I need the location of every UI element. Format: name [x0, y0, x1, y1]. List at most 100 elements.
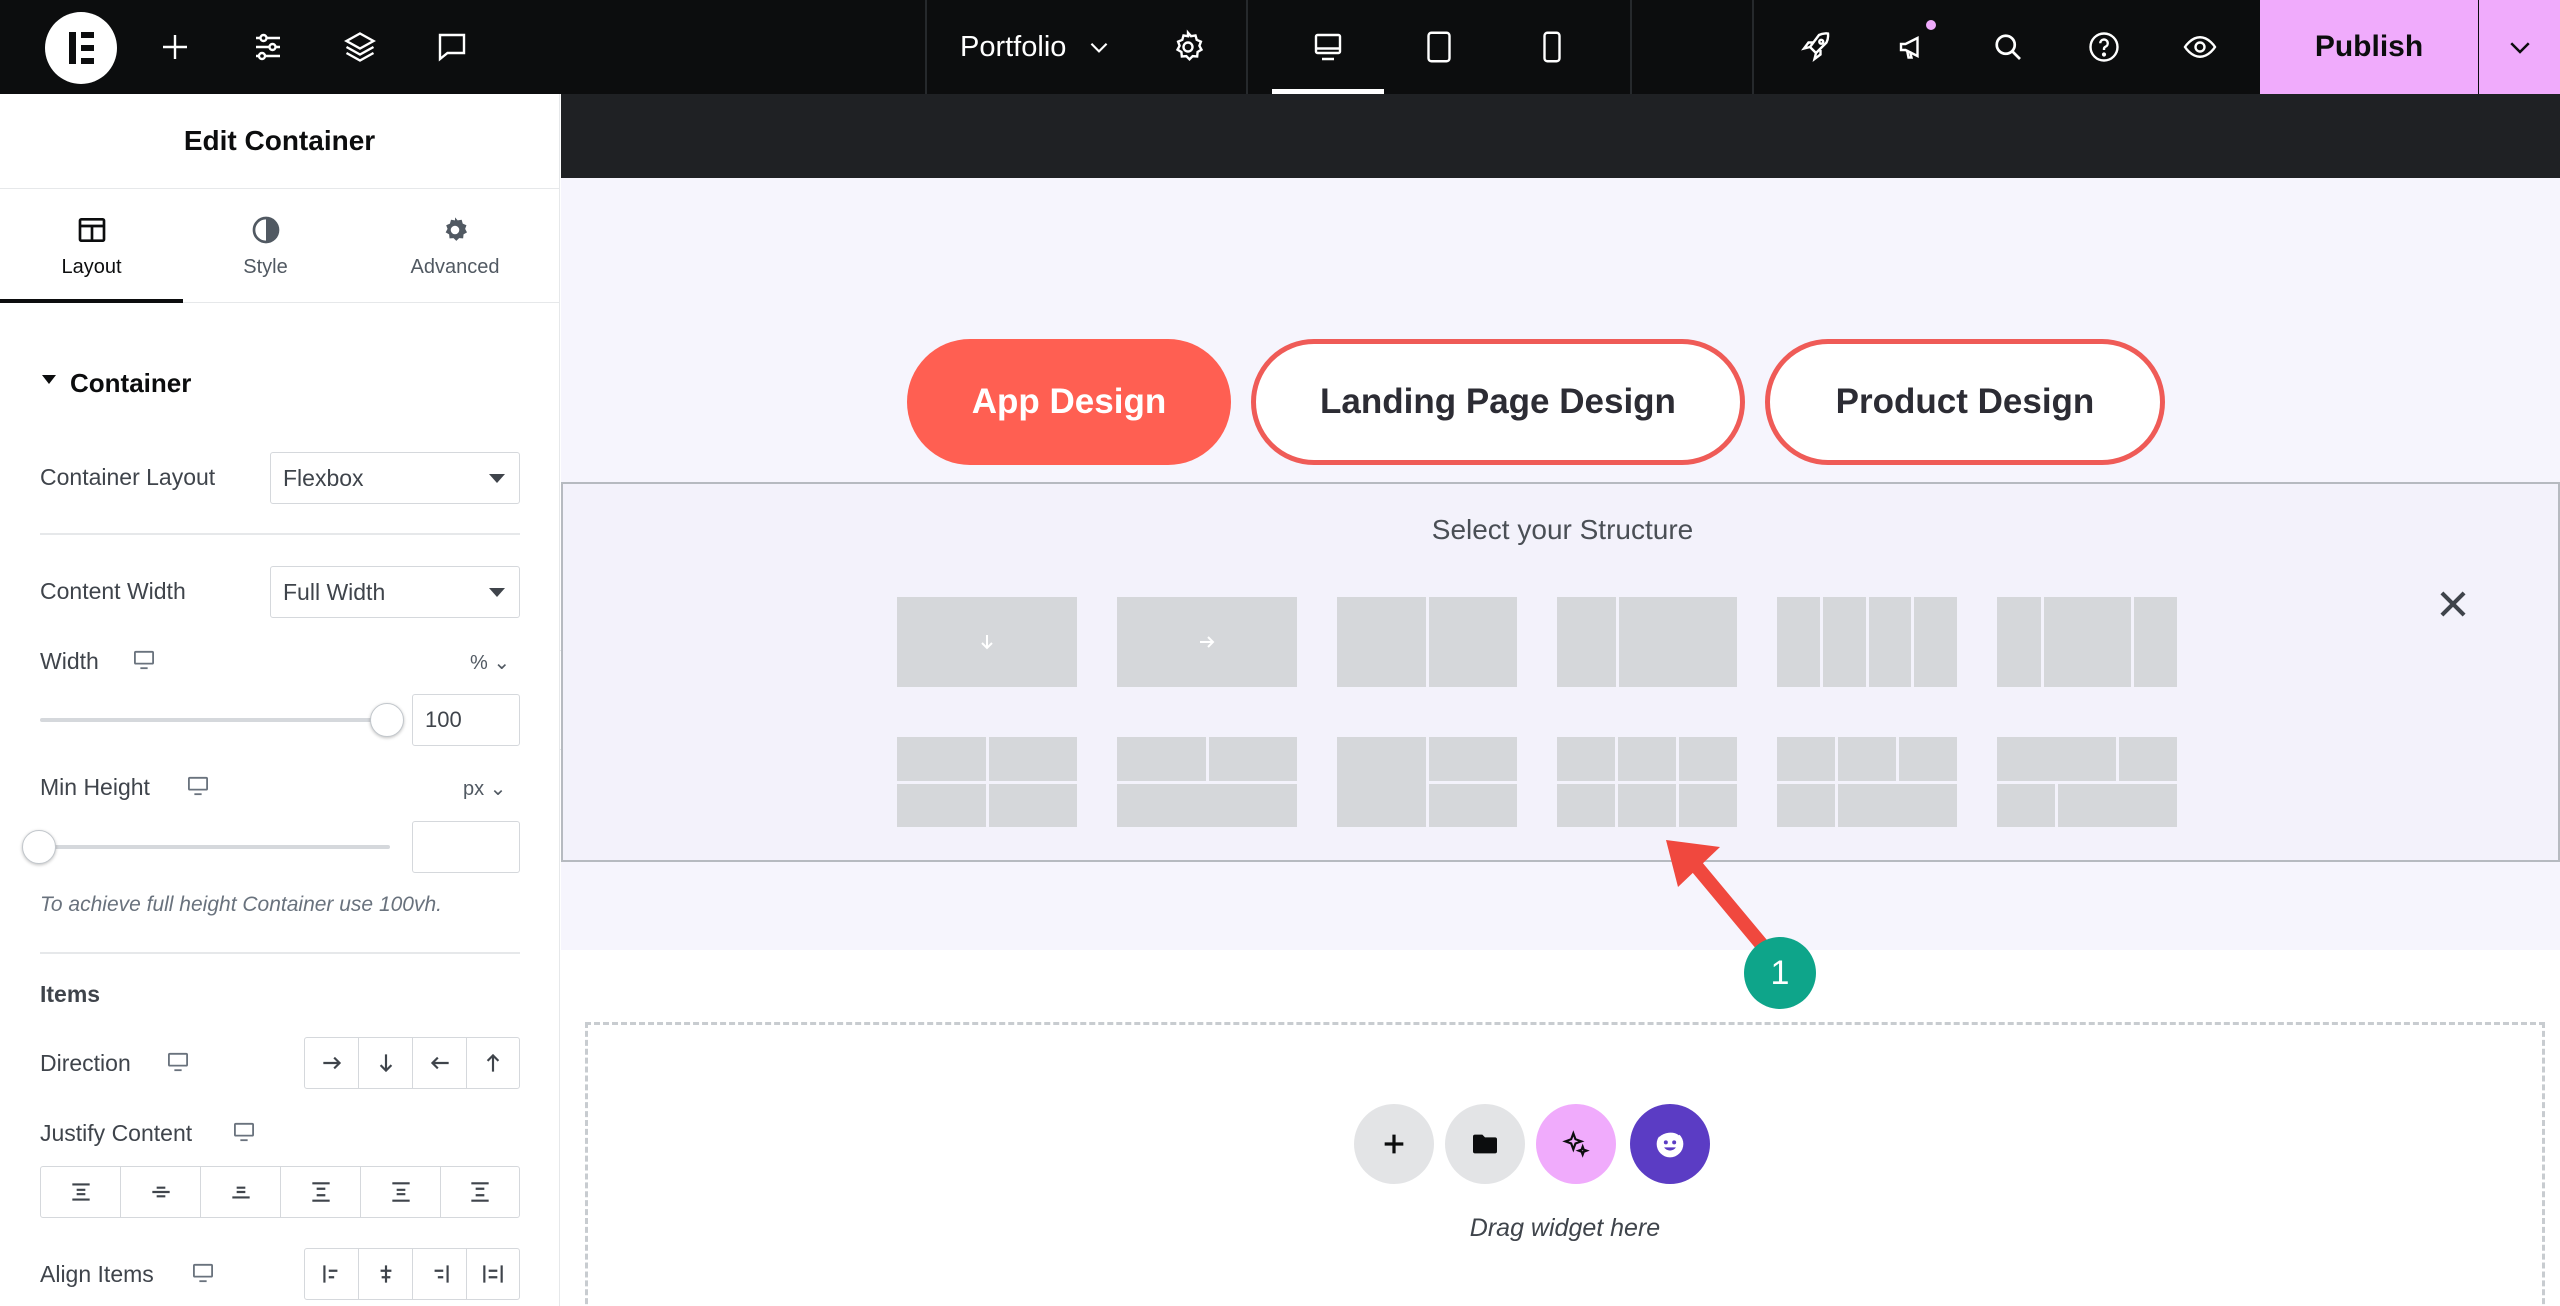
tab-layout[interactable]: Layout: [0, 189, 183, 303]
justify-center-button[interactable]: [121, 1167, 201, 1217]
justify-space-evenly-button[interactable]: [441, 1167, 519, 1217]
ai-site-planner-button[interactable]: [1630, 1104, 1710, 1184]
width-unit: %: [470, 652, 488, 674]
arrow-down-icon: [981, 635, 993, 650]
folder-icon: [1473, 1134, 1497, 1154]
align-center-icon: [380, 1265, 391, 1283]
preview-eye-icon[interactable]: [2174, 0, 2226, 94]
publish-options-button[interactable]: [2479, 0, 2560, 94]
desktop-responsive-icon[interactable]: [233, 1122, 255, 1142]
arrow-right-icon: [1200, 636, 1215, 648]
add-element-icon[interactable]: [150, 0, 200, 94]
structure-preset-3-top-2-bottom[interactable]: [1777, 737, 1957, 827]
justify-space-around-button[interactable]: [361, 1167, 441, 1217]
publish-button[interactable]: Publish: [2260, 0, 2478, 94]
search-icon[interactable]: [1982, 0, 2034, 94]
close-icon[interactable]: [2423, 574, 2483, 634]
structure-preset-row[interactable]: [1117, 597, 1297, 687]
structure-preset-2-top-1-bottom[interactable]: [1117, 737, 1297, 827]
content-width-value: Full Width: [283, 578, 386, 605]
min-height-unit-selector[interactable]: px ⌄: [463, 776, 506, 801]
width-slider-handle[interactable]: [370, 703, 404, 737]
container-layout-value: Flexbox: [283, 464, 364, 491]
justify-start-button[interactable]: [41, 1167, 121, 1217]
justify-end-button[interactable]: [201, 1167, 281, 1217]
min-height-unit: px: [463, 778, 485, 800]
structure-preset-2-top-2-bottom[interactable]: [1997, 737, 2177, 827]
desktop-responsive-icon[interactable]: [192, 1263, 214, 1283]
ai-generate-button[interactable]: [1536, 1104, 1616, 1184]
structure-preset-1-2-columns[interactable]: [1557, 597, 1737, 687]
mobile-device-icon[interactable]: [1526, 0, 1578, 94]
structure-title: Select your Structure: [1431, 514, 1694, 545]
structure-preset-1-2-1-columns[interactable]: [1997, 597, 2177, 687]
structure-layers-icon[interactable]: [335, 0, 385, 94]
add-new-container-button[interactable]: [1354, 1104, 1434, 1184]
align-center-button[interactable]: [359, 1249, 413, 1299]
min-height-slider-handle[interactable]: [22, 830, 56, 864]
width-slider-track[interactable]: [40, 718, 390, 722]
space-evenly-icon: [471, 1182, 489, 1202]
notes-comment-icon[interactable]: [427, 0, 477, 94]
structure-preset-2-columns[interactable]: [1337, 597, 1517, 687]
panel-title: Edit Container: [0, 94, 559, 189]
align-end-button[interactable]: [413, 1249, 467, 1299]
header-section: [561, 94, 2560, 178]
caret-down-icon[interactable]: [42, 375, 56, 384]
tab-style[interactable]: Style: [183, 189, 348, 303]
desktop-device-icon[interactable]: [1302, 0, 1354, 94]
min-height-input[interactable]: [412, 821, 520, 873]
structure-preset-3x2-grid[interactable]: [1557, 737, 1737, 827]
product-design-button[interactable]: Product Design: [1765, 339, 2165, 465]
document-title-dropdown[interactable]: Portfolio: [960, 0, 1112, 94]
tab-label: Advanced: [410, 255, 500, 278]
elementor-logo-icon[interactable]: [45, 12, 117, 84]
structure-preset-column[interactable]: [897, 597, 1077, 687]
width-unit-selector[interactable]: % ⌄: [470, 650, 510, 675]
desktop-responsive-icon[interactable]: [133, 650, 155, 670]
document-title: Portfolio: [960, 30, 1067, 63]
desktop-responsive-icon[interactable]: [167, 1052, 189, 1072]
help-icon[interactable]: [2078, 0, 2130, 94]
arrow-up-icon: [486, 1053, 500, 1072]
justify-start-icon: [71, 1183, 90, 1201]
add-template-button[interactable]: [1445, 1104, 1525, 1184]
direction-row-button[interactable]: [305, 1038, 359, 1088]
min-height-slider-track[interactable]: [40, 845, 390, 849]
direction-button-group: [304, 1037, 520, 1089]
chevron-down-icon: [1091, 42, 1108, 53]
section-title-container[interactable]: Container: [70, 368, 191, 399]
tab-advanced[interactable]: Advanced: [365, 189, 545, 303]
plus-icon: [1384, 1134, 1404, 1154]
whats-new-megaphone-icon[interactable]: [1887, 0, 1939, 94]
space-around-icon: [391, 1182, 410, 1202]
rocket-icon[interactable]: [1790, 0, 1842, 94]
active-tab-indicator: [0, 299, 183, 303]
desktop-responsive-icon[interactable]: [187, 776, 209, 796]
editor-canvas: App Design Landing Page Design Product D…: [561, 94, 2560, 1306]
width-input[interactable]: 100: [412, 694, 520, 746]
site-settings-sliders-icon[interactable]: [243, 0, 293, 94]
justify-space-between-button[interactable]: [281, 1167, 361, 1217]
container-layout-select[interactable]: Flexbox: [270, 452, 520, 504]
arrow-right-icon: [322, 1056, 341, 1070]
align-start-button[interactable]: [305, 1249, 359, 1299]
min-height-label: Min Height: [40, 774, 150, 800]
app-design-button[interactable]: App Design: [907, 339, 1231, 465]
tablet-device-icon[interactable]: [1413, 0, 1465, 94]
align-end-icon: [434, 1265, 449, 1283]
align-items-label: Align Items: [40, 1261, 154, 1287]
content-width-select[interactable]: Full Width: [270, 566, 520, 618]
structure-preset-4-columns[interactable]: [1777, 597, 1957, 687]
justify-content-button-group: [40, 1166, 520, 1218]
landing-page-design-button[interactable]: Landing Page Design: [1251, 339, 1745, 465]
divider: [40, 952, 520, 954]
page-settings-gear-icon[interactable]: [1163, 0, 1213, 94]
structure-preset-2x2-grid[interactable]: [897, 737, 1077, 827]
structure-preset-1-left-2-right[interactable]: [1337, 737, 1517, 827]
justify-center-icon: [151, 1186, 170, 1198]
direction-column-button[interactable]: [359, 1038, 413, 1088]
align-stretch-button[interactable]: [467, 1249, 519, 1299]
direction-row-reverse-button[interactable]: [413, 1038, 467, 1088]
direction-column-reverse-button[interactable]: [467, 1038, 519, 1088]
